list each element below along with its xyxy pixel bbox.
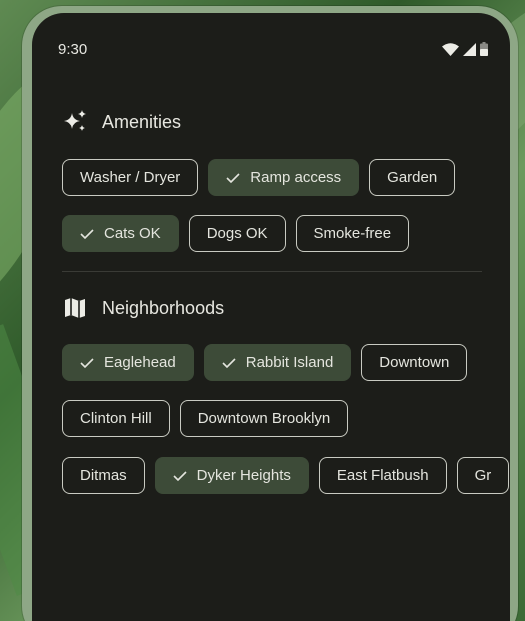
chip-smoke-free[interactable]: Smoke-free xyxy=(295,215,410,252)
chip-label: Washer / Dryer xyxy=(80,169,181,186)
chip-label: Eaglehead xyxy=(104,354,176,371)
chip-ditmas[interactable]: Ditmas xyxy=(62,457,145,494)
chip-eaglehead[interactable]: Eaglehead xyxy=(62,344,194,381)
wifi-icon xyxy=(442,42,459,56)
chip-dogs-ok[interactable]: Dogs OK xyxy=(188,215,286,252)
chip-label: Clinton Hill xyxy=(80,410,152,427)
chip-label: Garden xyxy=(387,169,438,186)
check-icon xyxy=(80,228,94,239)
chip-downtown[interactable]: Downtown xyxy=(361,344,468,381)
chip-label: East Flatbush xyxy=(336,467,429,484)
amenities-row-2: Cats OK Dogs OK Smoke-free xyxy=(62,215,410,252)
neighborhoods-header: Neighborhoods xyxy=(62,295,224,321)
neighborhoods-row-2: Clinton Hill Downtown Brooklyn xyxy=(62,400,349,437)
chip-label: Cats OK xyxy=(104,225,161,242)
chip-rabbit-island[interactable]: Rabbit Island xyxy=(203,344,352,381)
status-icons xyxy=(442,42,488,56)
amenities-header: Amenities xyxy=(62,109,181,135)
battery-icon xyxy=(480,42,488,56)
neighborhoods-row-3: Ditmas Dyker Heights East Flatbush Gr xyxy=(62,457,510,494)
chip-gr-partial[interactable]: Gr xyxy=(456,457,510,494)
map-icon xyxy=(62,295,88,321)
section-title: Neighborhoods xyxy=(102,297,225,318)
chip-dyker-heights[interactable]: Dyker Heights xyxy=(154,457,309,494)
chip-label: Smoke-free xyxy=(313,225,392,242)
chip-clinton-hill[interactable]: Clinton Hill xyxy=(62,400,170,437)
chip-label: Rabbit Island xyxy=(245,354,334,371)
check-icon xyxy=(226,172,240,183)
chip-east-flatbush[interactable]: East Flatbush xyxy=(318,457,447,494)
chip-label: Downtown xyxy=(379,354,450,371)
chip-label: Ramp access xyxy=(250,169,342,186)
section-title: Amenities xyxy=(102,111,182,132)
status-bar: 9:30 xyxy=(58,39,488,59)
check-icon xyxy=(80,357,94,368)
chip-label: Gr xyxy=(474,467,492,484)
chip-label: Downtown Brooklyn xyxy=(197,410,331,427)
chip-label: Ditmas xyxy=(80,467,127,484)
chip-washer-dryer[interactable]: Washer / Dryer xyxy=(62,159,199,196)
chip-label: Dyker Heights xyxy=(196,467,291,484)
chip-garden[interactable]: Garden xyxy=(369,159,456,196)
chip-label: Dogs OK xyxy=(206,225,268,242)
chip-downtown-brooklyn[interactable]: Downtown Brooklyn xyxy=(179,400,349,437)
neighborhoods-row-1: Eaglehead Rabbit Island Downtown xyxy=(62,344,468,381)
check-icon xyxy=(222,357,236,368)
status-time: 9:30 xyxy=(58,40,88,58)
phone-screen: 9:30 Amenities Washer / Dryer Ramp acces… xyxy=(32,13,510,621)
check-icon xyxy=(173,470,187,481)
signal-icon xyxy=(463,42,476,56)
section-divider xyxy=(62,271,482,272)
amenities-row-1: Washer / Dryer Ramp access Garden xyxy=(62,159,456,196)
chip-cats-ok[interactable]: Cats OK xyxy=(62,215,179,252)
chip-ramp-access[interactable]: Ramp access xyxy=(208,159,360,196)
sparkle-icon xyxy=(62,109,88,135)
